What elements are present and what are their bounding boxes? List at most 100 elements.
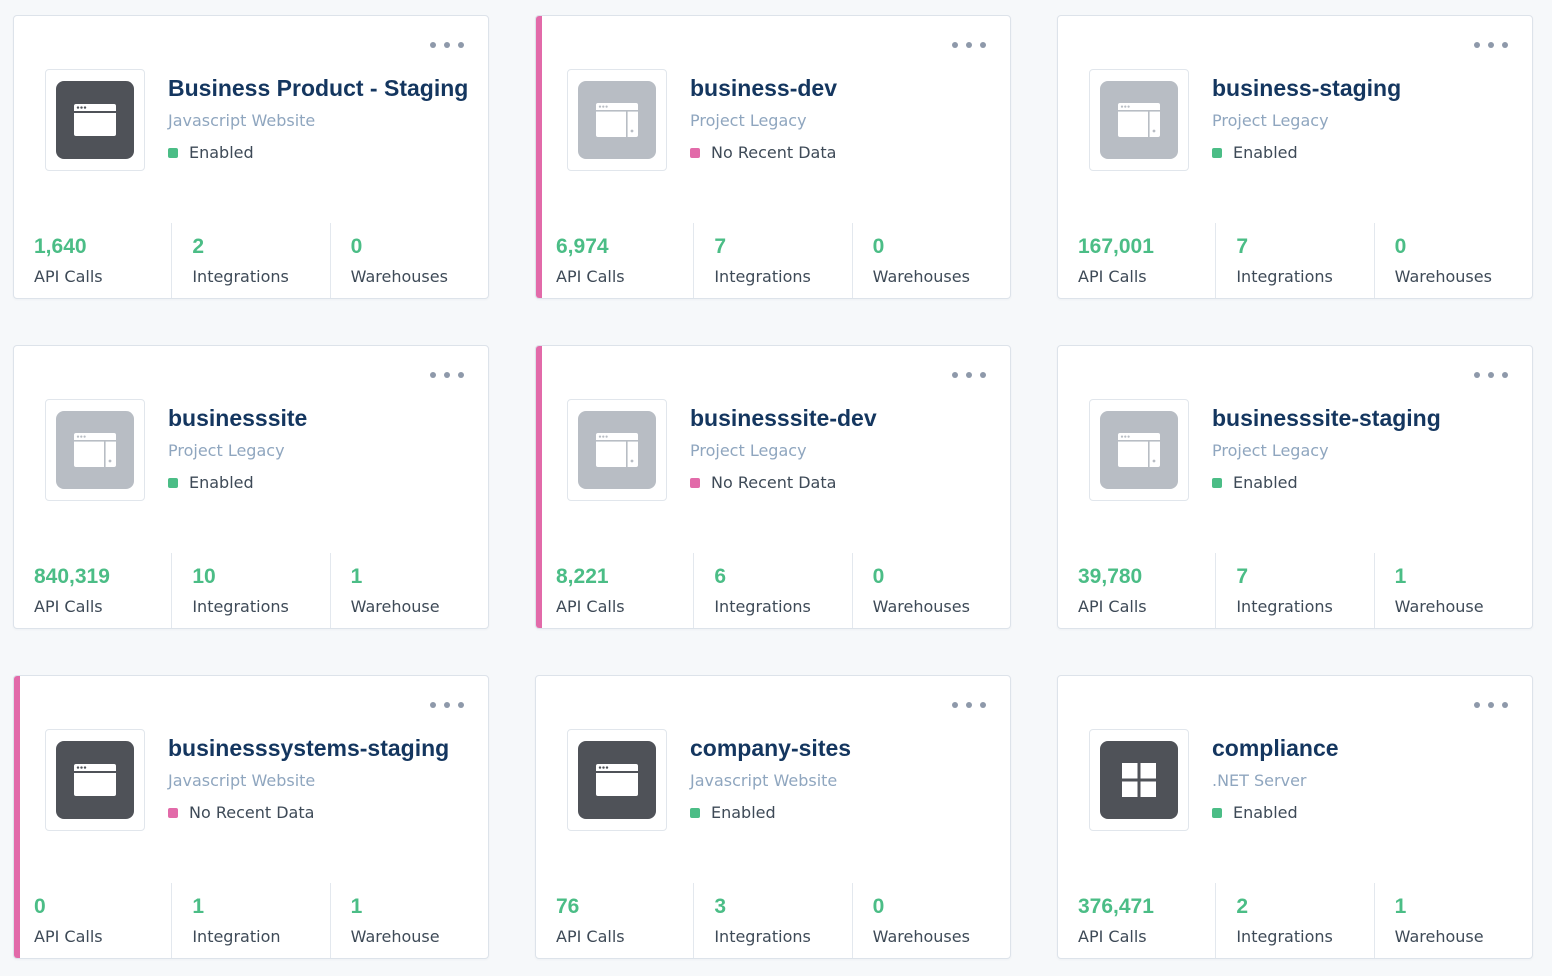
source-icon-frame — [567, 399, 667, 501]
status-indicator: Enabled — [1212, 143, 1298, 162]
source-icon-frame — [45, 729, 145, 831]
source-name[interactable]: compliance — [1212, 735, 1339, 762]
stat-value: 6 — [714, 565, 727, 588]
more-options-icon[interactable] — [952, 368, 986, 382]
more-options-icon[interactable] — [952, 38, 986, 52]
stat-label: API Calls — [1078, 267, 1147, 286]
source-name[interactable]: Business Product - Staging — [168, 75, 468, 102]
status-text: Enabled — [189, 473, 254, 492]
stat-value: 1 — [350, 895, 363, 918]
stat-label: Integration — [192, 927, 281, 946]
source-name[interactable]: business-staging — [1212, 75, 1401, 102]
stat-integrations: 2 Integrations — [1215, 883, 1373, 958]
stat-label: Integrations — [1236, 927, 1333, 946]
stat-label: Warehouses — [872, 597, 970, 616]
source-card[interactable]: businesssite Project Legacy Enabled 840,… — [13, 345, 489, 629]
status-dot — [1212, 807, 1222, 818]
source-card[interactable]: Business Product - Staging Javascript We… — [13, 15, 489, 299]
stat-value: 2 — [1236, 895, 1249, 918]
stats-row: 840,319 API Calls 10 Integrations 1 Warehou… — [14, 553, 488, 628]
status-indicator: Enabled — [1212, 803, 1298, 822]
source-card[interactable]: business-dev Project Legacy No Recent Da… — [535, 15, 1011, 299]
stats-row: 376,471 API Calls 2 Integrations 1 Warehous… — [1058, 883, 1532, 958]
source-icon-frame — [45, 69, 145, 171]
stat-label: Warehouse — [350, 927, 440, 946]
source-type: .NET Server — [1212, 771, 1307, 790]
stat-label: Warehouses — [350, 267, 448, 286]
more-options-icon[interactable] — [430, 368, 464, 382]
stat-value: 0 — [872, 895, 885, 918]
stat-value: 1,640 — [34, 235, 87, 258]
source-type: Project Legacy — [1212, 441, 1329, 460]
stat-warehouses: 1 Warehouse — [329, 553, 488, 628]
stats-row: 167,001 API Calls 7 Integrations 0 Warehous… — [1058, 223, 1532, 298]
status-dot — [690, 807, 700, 818]
stats-row: 39,780 API Calls 7 Integrations 1 Warehouse — [1058, 553, 1532, 628]
source-card[interactable]: business-staging Project Legacy Enabled … — [1057, 15, 1533, 299]
stat-api-calls: 840,319 API Calls — [14, 553, 171, 628]
more-options-icon[interactable] — [1474, 38, 1508, 52]
stat-warehouses: 1 Warehouse — [1373, 553, 1532, 628]
more-options-icon[interactable] — [1474, 698, 1508, 712]
stat-label: API Calls — [1078, 927, 1147, 946]
stat-warehouses: 0 Warehouses — [851, 223, 1010, 298]
source-icon-frame — [45, 399, 145, 501]
status-indicator: No Recent Data — [690, 473, 836, 492]
source-type: Project Legacy — [690, 111, 807, 130]
source-icon-frame — [567, 69, 667, 171]
browser-window-icon — [56, 81, 134, 159]
stat-value: 0 — [1394, 235, 1407, 258]
stat-api-calls: 376,471 API Calls — [1058, 883, 1215, 958]
stat-value: 10 — [192, 565, 216, 588]
stat-warehouses: 0 Warehouses — [1373, 223, 1532, 298]
source-card[interactable]: businesssite-staging Project Legacy Enab… — [1057, 345, 1533, 629]
source-type: Javascript Website — [168, 111, 316, 130]
stat-value: 0 — [872, 235, 885, 258]
stat-integrations: 7 Integrations — [693, 223, 851, 298]
stat-api-calls: 0 API Calls — [14, 883, 171, 958]
source-name[interactable]: company-sites — [690, 735, 851, 762]
status-text: Enabled — [1233, 803, 1298, 822]
stat-value: 7 — [1236, 565, 1249, 588]
source-card[interactable]: businesssystems-staging Javascript Websi… — [13, 675, 489, 959]
stat-label: Integrations — [1236, 267, 1333, 286]
stat-value: 1 — [192, 895, 205, 918]
browser-window-icon — [56, 741, 134, 819]
status-dot — [690, 147, 700, 158]
source-type: Project Legacy — [690, 441, 807, 460]
status-dot — [168, 477, 178, 488]
status-indicator: No Recent Data — [690, 143, 836, 162]
more-options-icon[interactable] — [430, 38, 464, 52]
stat-value: 167,001 — [1078, 235, 1154, 258]
stat-value: 0 — [34, 895, 46, 918]
stat-api-calls: 39,780 API Calls — [1058, 553, 1215, 628]
status-text: Enabled — [1233, 143, 1298, 162]
status-indicator: No Recent Data — [168, 803, 314, 822]
stat-value: 7 — [1236, 235, 1249, 258]
source-card[interactable]: businesssite-dev Project Legacy No Recen… — [535, 345, 1011, 629]
source-name[interactable]: businesssystems-staging — [168, 735, 449, 762]
source-name[interactable]: businesssite-staging — [1212, 405, 1441, 432]
stat-value: 76 — [556, 895, 580, 918]
source-name[interactable]: businesssite-dev — [690, 405, 877, 432]
more-options-icon[interactable] — [952, 698, 986, 712]
stat-value: 376,471 — [1078, 895, 1154, 918]
source-card[interactable]: compliance .NET Server Enabled 376,471 AP… — [1057, 675, 1533, 959]
stat-value: 840,319 — [34, 565, 110, 588]
source-name[interactable]: business-dev — [690, 75, 837, 102]
status-text: Enabled — [711, 803, 776, 822]
stat-warehouses: 0 Warehouses — [851, 553, 1010, 628]
source-icon-frame — [1089, 399, 1189, 501]
status-dot — [168, 147, 178, 158]
source-name[interactable]: businesssite — [168, 405, 307, 432]
stat-label: API Calls — [34, 597, 103, 616]
stat-value: 0 — [350, 235, 363, 258]
stats-row: 0 API Calls 1 Integration 1 Warehouse — [14, 883, 488, 958]
more-options-icon[interactable] — [1474, 368, 1508, 382]
legacy-project-icon — [578, 411, 656, 489]
status-dot — [1212, 477, 1222, 488]
status-text: No Recent Data — [711, 143, 837, 162]
source-card[interactable]: company-sites Javascript Website Enabled… — [535, 675, 1011, 959]
stat-label: API Calls — [556, 597, 625, 616]
more-options-icon[interactable] — [430, 698, 464, 712]
